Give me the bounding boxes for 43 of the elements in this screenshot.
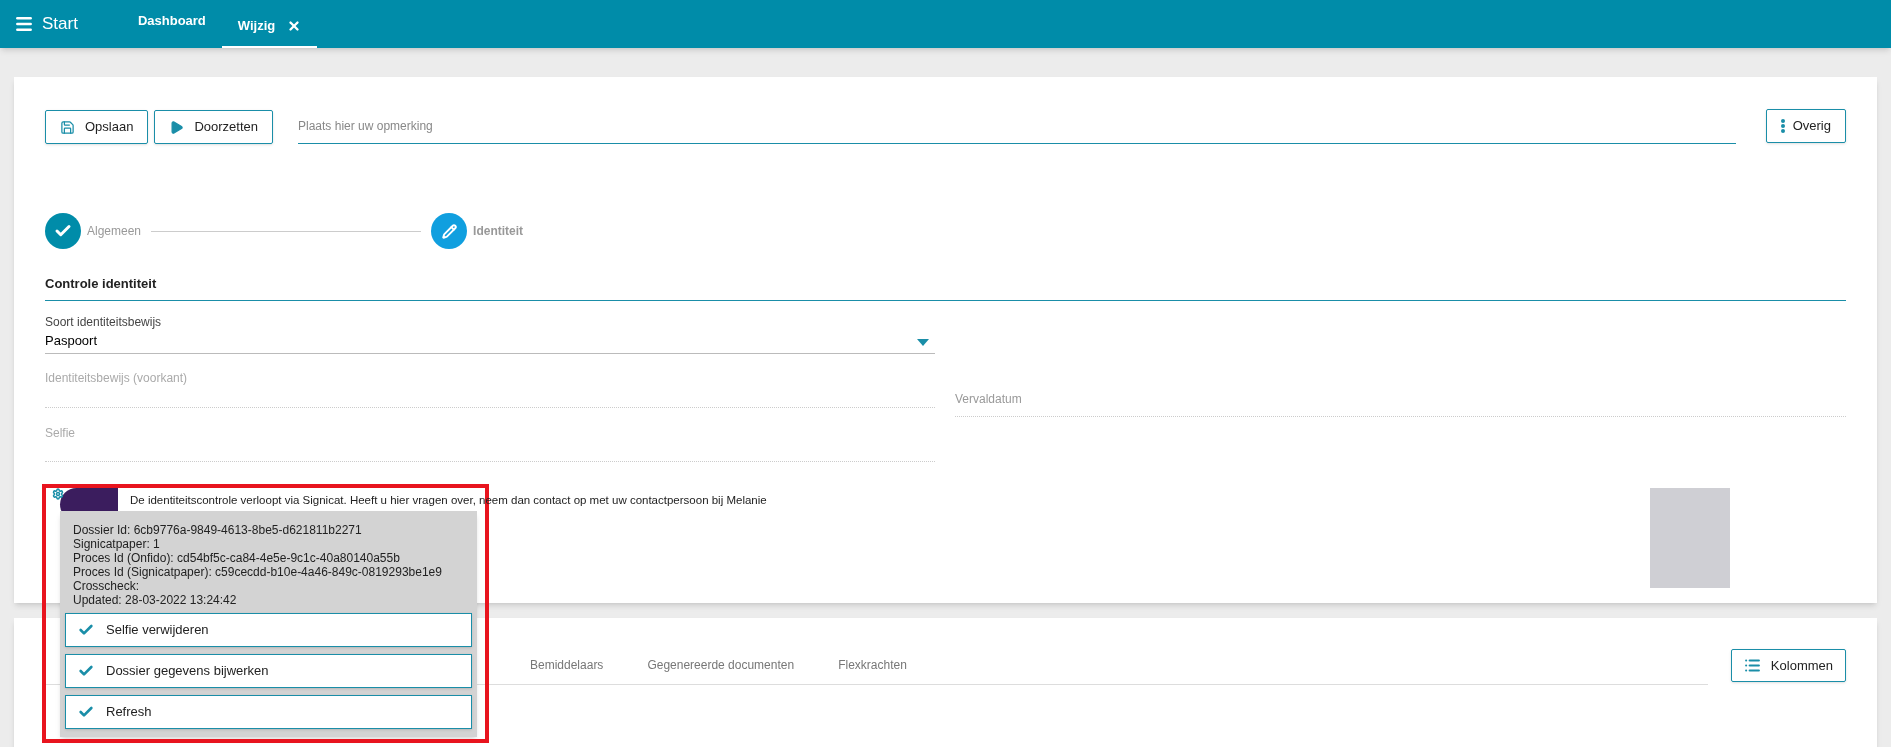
section-tab[interactable]: Flexkrachten xyxy=(816,656,929,684)
gear-icon[interactable] xyxy=(52,488,64,500)
info-line: Dossier Id: 6cb9776a-9849-4613-8be5-d621811b2271 xyxy=(73,523,363,537)
info-line: Signicatpaper: 1 xyxy=(73,537,161,551)
dropdown-caret-icon xyxy=(917,339,929,346)
action-button[interactable]: Dossier gegevens bijwerken xyxy=(65,654,472,688)
info-line: Crosscheck: xyxy=(73,579,141,593)
columns-button[interactable]: Kolommen xyxy=(1730,649,1846,682)
play-icon xyxy=(169,119,185,135)
field-label: Selfie xyxy=(45,426,76,440)
menu-icon xyxy=(14,14,34,34)
step-label: Identiteit xyxy=(473,223,524,240)
save-button[interactable]: Opslaan xyxy=(45,110,149,144)
check-icon xyxy=(78,704,94,720)
section-tab[interactable]: Gegenereerde documenten xyxy=(625,656,817,684)
info-line: Updated: 28-03-2022 13:24:42 xyxy=(73,593,238,607)
forward-button[interactable]: Doorzetten xyxy=(154,110,273,144)
info-line: Proces Id (Signicatpaper): c59cecdd-b10e-4a46-849c-0819293be1e9 xyxy=(73,565,443,579)
section-tab[interactable]: Bemiddelaars xyxy=(508,656,626,684)
info-line: Proces Id (Onfido): cd54bf5c-ca84-4e5e-9c1c-40a80140a55b xyxy=(73,551,401,565)
check-icon xyxy=(78,663,94,679)
action-button[interactable]: Refresh xyxy=(65,695,472,729)
section-title: Controle identiteit xyxy=(45,276,157,291)
dots-icon xyxy=(1780,119,1785,133)
id-front-field[interactable]: Identiteitsbewijs (voorkant) xyxy=(45,368,935,408)
menu-button[interactable]: Start xyxy=(14,0,78,48)
floppy-icon xyxy=(60,119,75,135)
field-label: Vervaldatum xyxy=(955,391,1022,406)
pencil-icon xyxy=(441,223,457,239)
list-icon xyxy=(1743,657,1761,674)
field-value: Paspoort xyxy=(45,331,99,350)
id-type-select[interactable]: Soort identiteitsbewijs Paspoort xyxy=(45,312,935,354)
check-icon xyxy=(78,622,94,638)
more-button[interactable]: Overig xyxy=(1765,109,1846,143)
close-icon[interactable] xyxy=(287,19,302,33)
step-label: Algemeen xyxy=(87,223,142,240)
remark-field[interactable]: Plaats hier uw opmerking xyxy=(298,108,1736,144)
nav-tab[interactable]: Dashboard xyxy=(121,0,222,48)
field-label: Soort identiteitsbewijs xyxy=(45,313,163,331)
expiry-field[interactable]: Vervaldatum xyxy=(955,388,1846,417)
action-button[interactable]: Selfie verwijderen xyxy=(65,613,472,647)
nav-tab[interactable]: Wijzig xyxy=(221,0,318,48)
field-label: Identiteitsbewijs (voorkant) xyxy=(45,371,188,385)
